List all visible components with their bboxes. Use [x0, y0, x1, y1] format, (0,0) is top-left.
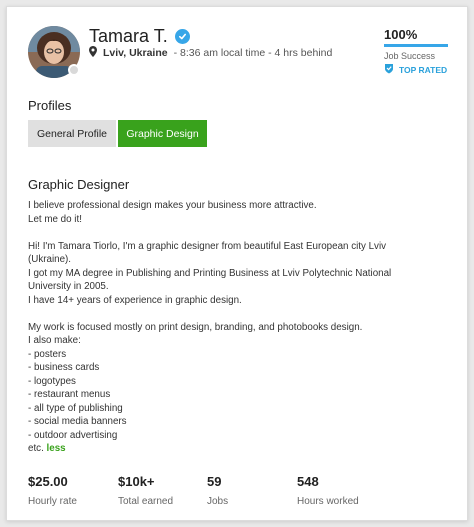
description-line: I also make: — [28, 335, 81, 346]
profile-title: Graphic Designer — [28, 177, 130, 192]
description-line — [28, 307, 453, 321]
tab-graphic-design[interactable]: Graphic Design — [118, 120, 207, 147]
stat-label: Hourly rate — [28, 496, 77, 507]
description-line — [28, 226, 453, 240]
description-line: I have 14+ years of experience in graphi… — [28, 294, 242, 306]
job-success-bar — [384, 44, 448, 47]
description-line: - posters — [28, 348, 67, 360]
description-line: - outdoor advertising — [28, 429, 118, 441]
job-success-value: 100% — [384, 27, 418, 42]
description-line: My work is focused mostly on print desig… — [28, 321, 363, 333]
stat-value: 548 — [297, 474, 319, 489]
description-last-line: etc. less — [28, 442, 453, 456]
stat-value: $25.00 — [28, 474, 68, 489]
stat-label: Hours worked — [297, 496, 359, 507]
top-rated-badge[interactable]: TOP RATED — [384, 63, 447, 76]
description-line: Hi! I'm Tamara Tiorlo, I'm a graphic des… — [28, 240, 387, 252]
stat-value: 59 — [207, 474, 222, 489]
description-line: University in 2005. — [28, 281, 109, 292]
stat-label: Jobs — [207, 496, 229, 507]
description-line: - all type of publishing — [28, 402, 123, 414]
local-time-info: - 8:36 am local time - 4 hrs behind — [173, 47, 333, 59]
freelancer-name: Tamara T. — [89, 26, 168, 46]
map-pin-icon — [89, 46, 97, 60]
show-less-link[interactable]: less — [47, 443, 66, 454]
verified-check-icon — [174, 29, 190, 44]
online-status-dot — [68, 64, 80, 76]
profile-card: Tamara T. Lviv, Ukraine - 8:36 am local … — [6, 6, 468, 521]
stat-label: Total earned — [118, 496, 174, 507]
stat-value: $10k+ — [118, 474, 155, 489]
description-line: I believe professional design makes your… — [28, 200, 317, 211]
description-line: - restaurant menus — [28, 389, 111, 400]
job-success-score: 100% Job Success — [384, 27, 448, 61]
description-line: - social media banners — [28, 416, 127, 427]
location-city: Lviv, Ukraine — [103, 47, 168, 59]
description-etc: etc. — [28, 443, 44, 454]
stat-jobs: 59 Jobs — [207, 474, 228, 507]
stat-total-earned: $10k+ Total earned — [118, 474, 173, 507]
top-rated-label: TOP RATED — [399, 64, 448, 75]
profiles-heading: Profiles — [28, 98, 72, 113]
description-line: - logotypes — [28, 375, 76, 387]
location-row: Lviv, Ukraine - 8:36 am local time - 4 h… — [89, 46, 332, 60]
description-line: Let me do it! — [28, 213, 82, 225]
profile-description: I believe professional design makes your… — [28, 199, 453, 456]
job-success-label: Job Success — [384, 51, 436, 61]
stat-hours-worked: 548 Hours worked — [297, 474, 359, 507]
tab-general-profile[interactable]: General Profile — [28, 120, 116, 147]
stat-hourly-rate: $25.00 Hourly rate — [28, 474, 77, 507]
description-line: - business cards — [28, 362, 100, 373]
description-line: (Ukraine). — [28, 254, 72, 265]
stats-row: $25.00 Hourly rate $10k+ Total earned 59… — [28, 474, 448, 514]
description-line: I got my MA degree in Publishing and Pri… — [28, 267, 392, 279]
name-row: Tamara T. — [89, 26, 190, 47]
shield-badge-icon — [384, 63, 394, 76]
